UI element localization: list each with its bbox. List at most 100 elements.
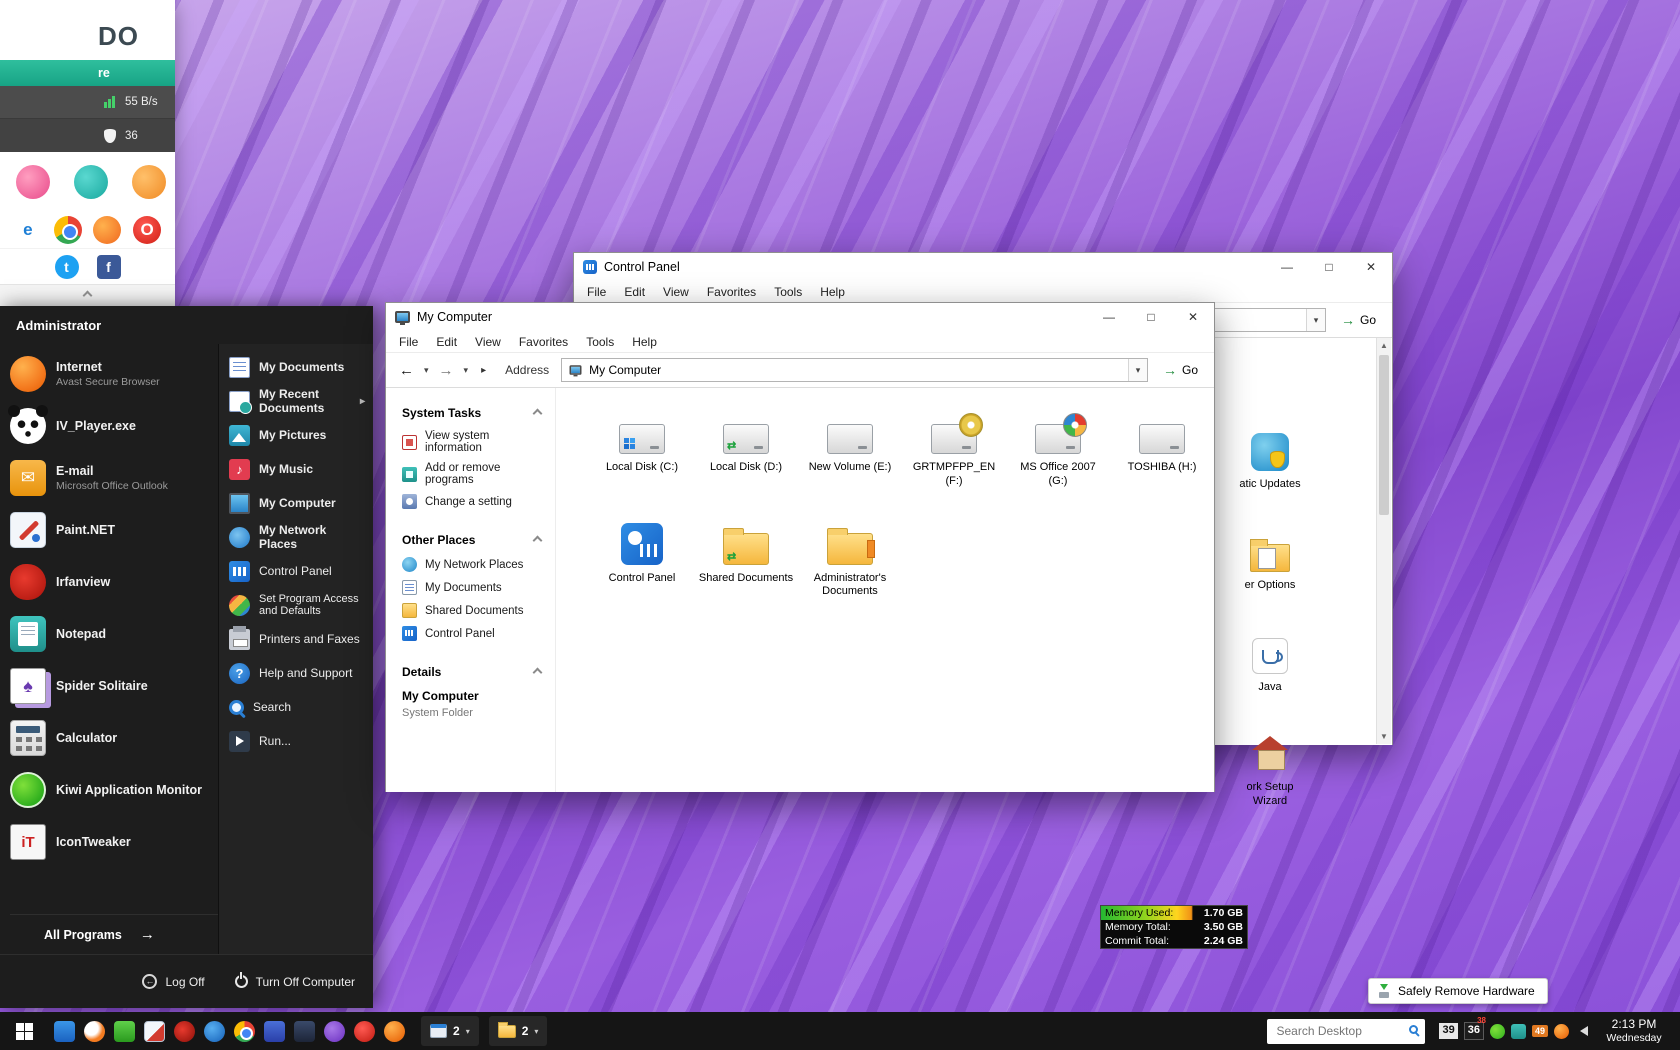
control-panel-item[interactable]: Control Panel: [590, 523, 694, 600]
quick-launch-browser-icon[interactable]: [204, 1021, 225, 1042]
start-place-control-panel[interactable]: Control Panel: [229, 554, 373, 588]
cp-item-java[interactable]: Java: [1212, 638, 1328, 694]
log-off-button[interactable]: ← Log Off: [142, 974, 204, 989]
widget-app-pink-icon[interactable]: [16, 165, 50, 199]
menu-edit[interactable]: Edit: [615, 285, 654, 299]
link-my-documents[interactable]: My Documents: [402, 580, 541, 595]
system-tasks-header[interactable]: System Tasks: [402, 406, 541, 420]
scroll-up-icon[interactable]: ▲: [1377, 338, 1391, 353]
other-places-header[interactable]: Other Places: [402, 533, 541, 547]
collapse-chevron-icon[interactable]: [533, 408, 543, 418]
volume-icon[interactable]: [1575, 1026, 1588, 1036]
search-input[interactable]: [1267, 1019, 1425, 1044]
tray-avast-icon[interactable]: [1554, 1024, 1569, 1039]
menu-file[interactable]: File: [578, 285, 615, 299]
turn-off-computer-button[interactable]: Turn Off Computer: [235, 975, 355, 989]
start-app-kiwi-monitor[interactable]: Kiwi Application Monitor: [10, 764, 218, 816]
my-computer-titlebar[interactable]: My Computer — □ ✕: [386, 303, 1214, 331]
quick-launch-app-icon[interactable]: [264, 1021, 285, 1042]
menu-help[interactable]: Help: [811, 285, 854, 299]
quick-launch-irfanview-icon[interactable]: [174, 1021, 195, 1042]
menu-favorites[interactable]: Favorites: [698, 285, 765, 299]
go-button[interactable]: → Go: [1331, 312, 1382, 328]
vertical-scrollbar[interactable]: ▲ ▼: [1376, 338, 1391, 744]
widget-app-teal-icon[interactable]: [74, 165, 108, 199]
memory-usage-overlay[interactable]: Memory Used: 1.70 GB Memory Total: 3.50 …: [1100, 905, 1248, 949]
quick-launch-explorer-icon[interactable]: [54, 1021, 75, 1042]
internet-explorer-icon[interactable]: e: [14, 216, 42, 244]
back-button[interactable]: ←: [396, 362, 417, 379]
start-app-paintnet[interactable]: Paint.NET: [10, 504, 218, 556]
start-place-printers-faxes[interactable]: Printers and Faxes: [229, 622, 373, 656]
taskbar-folder-group-button[interactable]: 2 ▾: [489, 1016, 548, 1046]
combobox-arrow-icon[interactable]: ▾: [1128, 359, 1147, 381]
menu-view[interactable]: View: [654, 285, 698, 299]
facebook-icon[interactable]: f: [97, 255, 121, 279]
start-place-my-recent-documents[interactable]: My Recent Documents ▸: [229, 384, 373, 418]
taskbar-explorer-group-button[interactable]: 2 ▾: [421, 1016, 479, 1046]
link-add-remove-programs[interactable]: Add or remove programs: [402, 462, 541, 486]
start-place-help-support[interactable]: ?Help and Support: [229, 656, 373, 690]
scrollbar-thumb[interactable]: [1379, 355, 1389, 515]
cp-item-automatic-updates[interactable]: atic Updates: [1212, 433, 1328, 491]
scroll-down-icon[interactable]: ▼: [1377, 729, 1391, 744]
close-button[interactable]: ✕: [1350, 253, 1392, 281]
secure-shopping-button[interactable]: re: [0, 60, 175, 86]
quick-launch-kiwi-icon[interactable]: [114, 1021, 135, 1042]
collapse-chevron-icon[interactable]: [533, 535, 543, 545]
drive-g-item[interactable]: MS Office 2007 (G:): [1006, 414, 1110, 489]
cp-item-folder-options[interactable]: er Options: [1212, 536, 1328, 592]
search-icon[interactable]: [1409, 1025, 1418, 1034]
safely-remove-hardware-button[interactable]: Safely Remove Hardware: [1368, 978, 1548, 1004]
forward-dropdown-icon[interactable]: ▾: [462, 365, 471, 376]
menu-file[interactable]: File: [390, 335, 427, 349]
opera-icon[interactable]: O: [133, 216, 161, 244]
blocked-intrusions-row[interactable]: 36: [0, 119, 175, 152]
maximize-button[interactable]: □: [1130, 303, 1172, 331]
start-place-my-pictures[interactable]: My Pictures: [229, 418, 373, 452]
address-combobox[interactable]: My Computer ▾: [561, 358, 1148, 382]
start-place-search[interactable]: Search: [229, 690, 373, 724]
quick-launch-opera-icon[interactable]: [354, 1021, 375, 1042]
collapse-chevron-icon[interactable]: [533, 667, 543, 677]
tray-kiwi-icon[interactable]: [1490, 1024, 1505, 1039]
menu-edit[interactable]: Edit: [427, 335, 466, 349]
all-programs-button[interactable]: All Programs →: [10, 914, 218, 954]
start-app-calculator[interactable]: Calculator: [10, 712, 218, 764]
go-button[interactable]: → Go: [1153, 362, 1204, 378]
tray-count-badge[interactable]: 49: [1532, 1025, 1548, 1037]
start-app-irfanview[interactable]: Irfanview: [10, 556, 218, 608]
quick-launch-firefox-icon[interactable]: [84, 1021, 105, 1042]
menu-view[interactable]: View: [466, 335, 510, 349]
quick-launch-paintnet-icon[interactable]: [144, 1021, 165, 1042]
link-view-system-information[interactable]: View system information: [402, 430, 541, 454]
start-app-spider-solitaire[interactable]: ♠ Spider Solitaire: [10, 660, 218, 712]
quick-launch-chrome-icon[interactable]: [234, 1021, 255, 1042]
drive-c-item[interactable]: Local Disk (C:): [590, 414, 694, 489]
cp-item-network-setup-wizard[interactable]: ork Setup Wizard: [1212, 736, 1328, 809]
combobox-arrow-icon[interactable]: ▾: [1306, 309, 1325, 331]
start-place-my-network-places[interactable]: My Network Places: [229, 520, 373, 554]
drive-e-item[interactable]: New Volume (E:): [798, 414, 902, 489]
link-change-a-setting[interactable]: Change a setting: [402, 494, 541, 509]
link-control-panel[interactable]: Control Panel: [402, 626, 541, 641]
shared-documents-item[interactable]: ⇄ Shared Documents: [694, 523, 798, 600]
menu-tools[interactable]: Tools: [577, 335, 623, 349]
minimize-button[interactable]: —: [1088, 303, 1130, 331]
toolbar-overflow-icon[interactable]: ▸: [475, 365, 492, 376]
taskbar-clock[interactable]: 2:13 PM Wednesday: [1598, 1017, 1670, 1045]
start-app-notepad[interactable]: Notepad: [10, 608, 218, 660]
widget-collapse-button[interactable]: [0, 284, 175, 306]
start-place-run[interactable]: Run...: [229, 724, 373, 758]
start-place-program-access[interactable]: Set Program Access and Defaults: [229, 588, 373, 622]
network-traffic-row[interactable]: 55 B/s: [0, 86, 175, 119]
chrome-icon[interactable]: [54, 216, 82, 244]
administrators-documents-item[interactable]: Administrator's Documents: [798, 523, 902, 600]
start-app-email[interactable]: ✉ E-mailMicrosoft Office Outlook: [10, 452, 218, 504]
quick-launch-notepad-icon[interactable]: [294, 1021, 315, 1042]
firefox-icon[interactable]: [93, 216, 121, 244]
menu-help[interactable]: Help: [623, 335, 666, 349]
close-button[interactable]: ✕: [1172, 303, 1214, 331]
start-place-my-documents[interactable]: My Documents: [229, 350, 373, 384]
drive-h-item[interactable]: TOSHIBA (H:): [1110, 414, 1214, 489]
